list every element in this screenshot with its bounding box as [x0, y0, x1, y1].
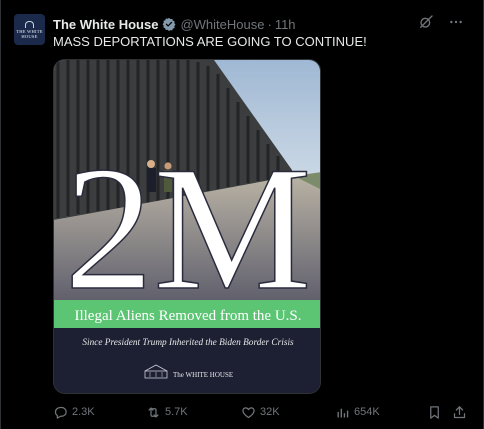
like-button[interactable]: 32K [241, 403, 280, 421]
footer-logo-text: The WHITE HOUSE [173, 371, 233, 379]
views-count: 654K [354, 406, 380, 418]
tweet-card[interactable]: THE WHITE HOUSE The White House @WhiteHo… [0, 0, 484, 429]
tweet-media[interactable]: 2M Illegal Aliens Removed from the U.S. … [53, 59, 321, 394]
author-handle[interactable]: @WhiteHouse [180, 17, 264, 32]
like-count: 32K [260, 406, 280, 418]
avatar[interactable]: THE WHITE HOUSE [14, 14, 45, 45]
views-button[interactable]: 654K [335, 403, 380, 421]
tweet-text: MASS DEPORTATIONS ARE GOING TO CONTINUE! [53, 34, 367, 49]
share-button[interactable] [452, 403, 467, 421]
reply-button[interactable]: 2.3K [53, 403, 95, 421]
tweet-timestamp[interactable]: 11h [275, 17, 296, 32]
bookmark-icon [427, 405, 442, 420]
headline-number: 2M [64, 129, 311, 327]
repost-count: 5.7K [165, 406, 188, 418]
media-subtitle: Since President Trump Inherited the Bide… [82, 338, 294, 348]
tweet-header: The White House @WhiteHouse · 11h [53, 15, 296, 33]
header-separator: · [267, 16, 272, 32]
repost-button[interactable]: 5.7K [146, 403, 188, 421]
tweet-top-actions [417, 13, 465, 31]
bookmark-button[interactable] [427, 403, 442, 421]
avatar-seal-icon [25, 20, 34, 28]
grok-icon[interactable] [417, 13, 435, 31]
reply-icon [53, 405, 68, 420]
repost-icon [146, 405, 161, 420]
share-icon [452, 405, 467, 420]
reply-count: 2.3K [72, 406, 95, 418]
views-icon [335, 405, 350, 420]
author-name[interactable]: The White House [53, 17, 158, 32]
tweet-actions: 2.3K 5.7K 32K 654K [53, 403, 469, 421]
verified-badge-icon[interactable] [162, 17, 176, 31]
banner-text: Illegal Aliens Removed from the U.S. [74, 308, 301, 324]
more-icon[interactable] [447, 13, 465, 31]
like-icon [241, 405, 256, 420]
avatar-wordmark: THE WHITE HOUSE [16, 28, 43, 39]
